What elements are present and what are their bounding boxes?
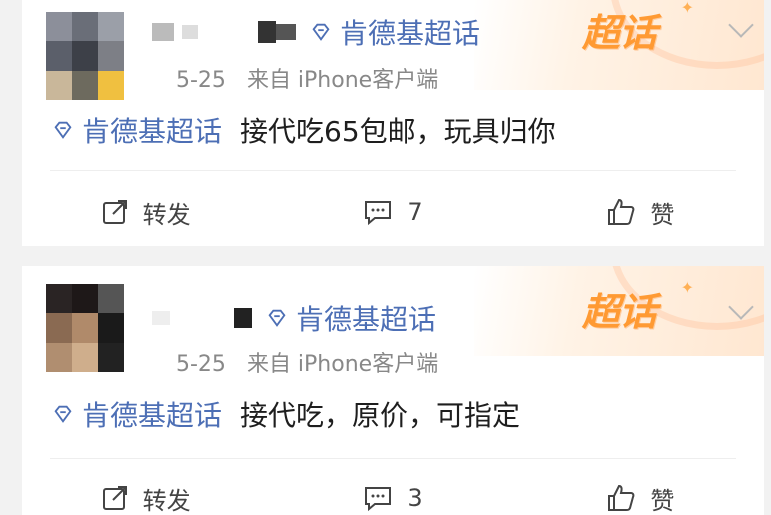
- diamond-icon: [312, 23, 330, 41]
- author-row: 肯德基超话: [152, 298, 436, 338]
- sparkle-icon: ✦: [680, 278, 694, 297]
- comment-icon: [365, 487, 392, 512]
- repost-label: 转发: [142, 486, 191, 515]
- topic-link-label: 肯德基超话: [82, 399, 223, 432]
- post-text: 接代吃65包邮，玩具归你: [240, 115, 556, 148]
- supertopic-brand-logo: 超话: [581, 290, 657, 334]
- username-redacted: [276, 24, 296, 40]
- repost-button[interactable]: 转发: [22, 182, 269, 242]
- supertopic-brand-logo: 超话: [581, 11, 657, 55]
- repost-icon: [102, 486, 127, 510]
- sparkle-icon: ✦: [680, 0, 694, 17]
- supertopic-label: 肯德基超话: [296, 303, 437, 336]
- topic-link[interactable]: 肯德基超话: [52, 110, 222, 150]
- username-redacted: [234, 308, 252, 328]
- avatar[interactable]: [46, 284, 124, 372]
- author-row: 肯德基超话: [152, 12, 480, 52]
- username-redacted: [258, 21, 276, 43]
- thumbs-up-icon: [608, 198, 635, 225]
- topic-link[interactable]: 肯德基超话: [52, 394, 222, 434]
- repost-button[interactable]: 转发: [22, 468, 269, 515]
- diamond-icon: [268, 309, 286, 327]
- username-redacted[interactable]: [152, 23, 174, 41]
- action-bar: 转发 7 赞: [22, 182, 764, 242]
- repost-label: 转发: [142, 200, 191, 229]
- topic-link-label: 肯德基超话: [82, 115, 223, 148]
- supertopic-tag[interactable]: 肯德基超话: [310, 12, 480, 52]
- thumbs-up-icon: [608, 484, 635, 511]
- divider: [50, 458, 736, 459]
- repost-icon: [102, 200, 127, 224]
- post-card[interactable]: 超话 ✦ 肯德基超话 5-25 来自 iPhone客户端 肯德基超话 接代吃65…: [22, 0, 764, 246]
- post-date: 5-25: [176, 68, 226, 93]
- post-content: 肯德基超话 接代吃65包邮，玩具归你: [52, 110, 556, 150]
- supertopic-label: 肯德基超话: [340, 17, 481, 50]
- divider: [50, 170, 736, 171]
- like-button[interactable]: 赞: [517, 182, 764, 242]
- like-label: 赞: [650, 486, 675, 515]
- avatar[interactable]: [46, 12, 124, 100]
- comment-count: 7: [407, 198, 423, 226]
- post-card[interactable]: 超话 ✦ 肯德基超话 5-25 来自 iPhone客户端 肯德基超话 接代吃，原…: [22, 266, 764, 515]
- comment-count: 3: [407, 484, 423, 512]
- post-content: 肯德基超话 接代吃，原价，可指定: [52, 394, 520, 434]
- post-meta: 5-25 来自 iPhone客户端: [176, 62, 438, 94]
- post-date: 5-25: [176, 352, 226, 377]
- username-redacted: [182, 25, 198, 39]
- post-meta: 5-25 来自 iPhone客户端: [176, 346, 438, 378]
- action-bar: 转发 3 赞: [22, 468, 764, 515]
- post-text: 接代吃，原价，可指定: [240, 399, 521, 432]
- like-label: 赞: [650, 200, 675, 229]
- comment-button[interactable]: 3: [269, 468, 516, 515]
- comment-button[interactable]: 7: [269, 182, 516, 242]
- post-source: 来自 iPhone客户端: [246, 352, 439, 377]
- username-redacted[interactable]: [152, 311, 170, 325]
- supertopic-tag[interactable]: 肯德基超话: [266, 298, 436, 338]
- post-source: 来自 iPhone客户端: [246, 68, 439, 93]
- diamond-icon: [54, 405, 72, 423]
- like-button[interactable]: 赞: [517, 468, 764, 515]
- diamond-icon: [54, 121, 72, 139]
- comment-icon: [365, 201, 392, 226]
